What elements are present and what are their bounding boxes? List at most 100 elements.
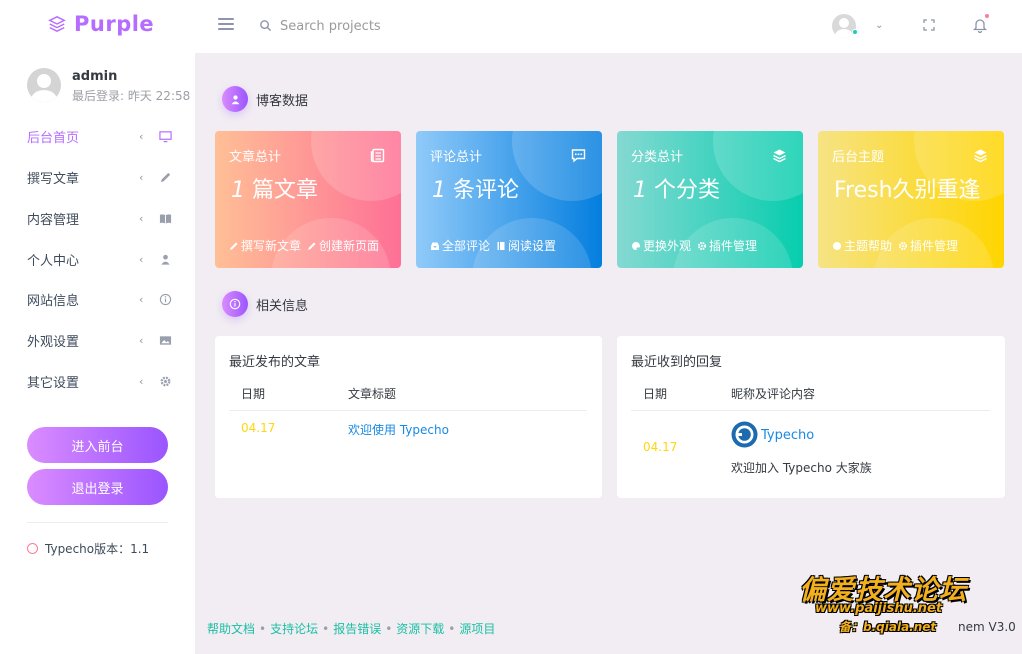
layers-icon	[773, 149, 786, 163]
sidebar-item-label: 个人中心	[27, 253, 80, 269]
sidebar-item-write-post[interactable]: 撰写文章 ‹	[27, 165, 172, 189]
footer-link-downloads[interactable]: 资源下载	[396, 620, 444, 637]
column-header-comment: 昵称及评论内容	[731, 387, 816, 401]
sidebar-item-content[interactable]: 内容管理 ‹	[27, 206, 172, 230]
all-comments-link[interactable]: 全部评论	[430, 237, 490, 254]
divider	[631, 410, 990, 411]
reply-author-link[interactable]: Typecho	[761, 428, 814, 443]
card-title: 分类总计	[631, 150, 684, 165]
sidebar-item-label: 后台首页	[27, 130, 80, 146]
recent-posts-panel: 最近发布的文章 日期 文章标题 04.17 欢迎使用 Typecho	[215, 336, 602, 498]
recent-replies-panel: 最近收到的回复 日期 昵称及评论内容 04.17 Typecho 欢迎加入 Ty…	[617, 336, 1005, 498]
footer-links: 帮助文档 • 支持论坛 • 报告错误 • 资源下载 • 源项目	[207, 620, 496, 637]
post-date: 04.17	[241, 421, 276, 435]
section-blog-data: 博客数据	[222, 86, 308, 112]
create-page-link[interactable]: 创建新页面	[307, 237, 379, 254]
pencil-icon	[308, 242, 316, 250]
card-title: 评论总计	[430, 150, 483, 165]
pencil-icon	[230, 242, 238, 250]
fullscreen-icon[interactable]	[923, 19, 935, 31]
watermark-backup: 备：b.qiala.net	[839, 620, 937, 634]
user-icon	[161, 254, 170, 265]
info-icon	[159, 293, 172, 305]
palette-icon	[632, 241, 640, 250]
write-post-link[interactable]: 撰写新文章	[229, 237, 301, 254]
card-value: 1 篇文章	[231, 178, 319, 203]
circle-icon	[27, 543, 38, 554]
chevron-left-icon: ‹	[139, 292, 144, 306]
enter-frontend-button[interactable]: 进入前台	[27, 427, 168, 463]
watermark: 偏爱技术论坛 www.paijishu.net 备：b.qiala.net	[797, 568, 1002, 634]
reply-date: 04.17	[643, 440, 678, 454]
panel-title: 最近发布的文章	[229, 355, 321, 370]
footer-link-report-bug[interactable]: 报告错误	[333, 620, 381, 637]
sidebar-divider	[27, 522, 168, 523]
chevron-left-icon: ‹	[139, 170, 144, 184]
sidebar-item-label: 其它设置	[27, 375, 80, 391]
post-title-link[interactable]: 欢迎使用 Typecho	[348, 421, 449, 438]
brand-name: Purple	[74, 12, 155, 36]
book-icon	[159, 213, 172, 224]
divider	[229, 410, 587, 411]
theme-help-link[interactable]: 主题帮助	[832, 237, 892, 254]
panel-title: 最近收到的回复	[631, 355, 723, 370]
card-value: 1 个分类	[633, 178, 721, 203]
watermark-url: www.paijishu.net	[815, 601, 943, 616]
column-header-date: 日期	[241, 387, 266, 401]
menu-toggle-icon[interactable]	[218, 18, 234, 32]
pencil-icon	[160, 172, 171, 182]
notification-dot	[985, 14, 989, 18]
help-icon	[833, 241, 841, 250]
sidebar-item-other-settings[interactable]: 其它设置 ‹	[27, 369, 172, 393]
chevron-left-icon: ‹	[139, 374, 144, 388]
online-status-dot	[852, 29, 858, 35]
theme-name: Fresh久别重逢	[834, 178, 981, 203]
section-title: 相关信息	[256, 298, 309, 314]
section-related-info: 相关信息	[222, 291, 308, 317]
column-header-title: 文章标题	[348, 387, 397, 401]
plugin-management-link[interactable]: 插件管理	[697, 237, 757, 254]
last-login-text: 最后登录: 昨天 22:58	[72, 89, 191, 103]
footer-link-help[interactable]: 帮助文档	[207, 620, 255, 637]
card-value: 1 条评论	[432, 178, 520, 203]
logout-button[interactable]: 退出登录	[27, 469, 168, 505]
bell-icon[interactable]	[973, 17, 987, 33]
chevron-left-icon: ‹	[139, 333, 144, 347]
brand[interactable]: Purple	[48, 12, 154, 36]
sidebar-item-label: 内容管理	[27, 212, 80, 228]
card-title: 文章总计	[229, 150, 282, 165]
sidebar-item-site-info[interactable]: 网站信息 ‹	[27, 287, 172, 311]
stat-card-categories: 分类总计 1 个分类 更换外观 插件管理	[617, 131, 803, 268]
sidebar-item-dashboard[interactable]: 后台首页 ‹	[27, 124, 172, 148]
plugin-management-link[interactable]: 插件管理	[898, 237, 958, 254]
stat-card-theme: 后台主题 Fresh久别重逢 主题帮助 插件管理	[818, 131, 1004, 268]
card-title: 后台主题	[832, 150, 885, 165]
card-links: 主题帮助 插件管理	[832, 237, 958, 254]
sidebar-item-label: 外观设置	[27, 334, 80, 350]
layers-logo-icon	[48, 15, 66, 33]
sidebar-item-profile[interactable]: 个人中心 ‹	[27, 247, 172, 271]
typecho-avatar-icon	[731, 421, 758, 448]
sidebar-item-label: 网站信息	[27, 293, 80, 309]
chevron-down-icon[interactable]: ⌄	[875, 20, 883, 31]
search-input[interactable]	[280, 13, 580, 39]
comment-icon	[571, 149, 586, 163]
book-icon	[497, 241, 505, 250]
footer-link-source[interactable]: 源项目	[459, 620, 495, 637]
reading-settings-link[interactable]: 阅读设置	[496, 237, 556, 254]
footer-link-forum[interactable]: 支持论坛	[270, 620, 318, 637]
sidebar: admin 最后登录: 昨天 22:58 后台首页 ‹ 撰写文章 ‹ 内容管理 …	[0, 53, 195, 654]
search-icon	[260, 20, 272, 32]
card-links: 全部评论 阅读设置	[430, 237, 556, 254]
version-text: Typecho版本：1.1	[45, 542, 150, 556]
card-links: 撰写新文章 创建新页面	[229, 237, 379, 254]
card-links: 更换外观 插件管理	[631, 237, 757, 254]
inbox-icon	[431, 242, 439, 250]
sidebar-item-appearance[interactable]: 外观设置 ‹	[27, 328, 172, 352]
sidebar-item-label: 撰写文章	[27, 171, 80, 187]
profile-username: admin	[72, 69, 118, 84]
gear-icon	[898, 241, 908, 250]
chevron-left-icon: ‹	[139, 129, 144, 143]
layers-icon	[974, 149, 987, 163]
change-theme-link[interactable]: 更换外观	[631, 237, 691, 254]
